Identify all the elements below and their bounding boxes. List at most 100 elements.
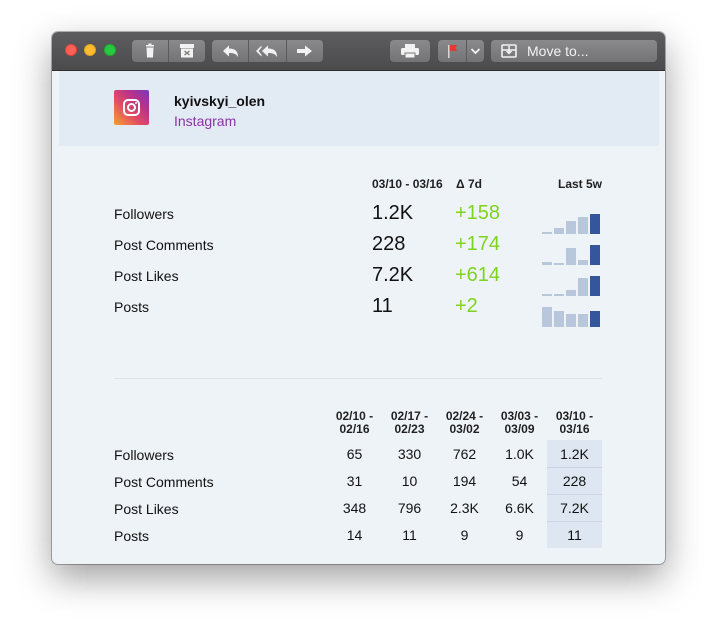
sparkline-bar — [554, 228, 564, 234]
sparkline-bar — [566, 290, 576, 296]
summary-delta-header: Δ 7d — [456, 177, 482, 191]
forward-icon — [297, 45, 312, 57]
highlight-divider — [547, 494, 602, 495]
sparkline-likes — [542, 274, 604, 296]
weekly-cell: 194 — [452, 473, 477, 489]
weekly-cell: 9 — [460, 527, 469, 543]
sparkline-bar — [578, 260, 588, 265]
summary-label-likes: Post Likes — [114, 268, 179, 284]
weekly-cell: 762 — [452, 446, 477, 462]
reply-button[interactable] — [212, 40, 248, 62]
flag-menu-button[interactable] — [467, 40, 484, 62]
weekly-cell: 11 — [567, 527, 582, 543]
trash-icon — [146, 43, 154, 58]
weekly-cell: 9 — [515, 527, 524, 543]
summary-period-header: 03/10 - 03/16 — [372, 177, 443, 191]
highlight-divider — [547, 521, 602, 522]
sparkline-bar — [566, 221, 576, 234]
week-column-header: 03/03 -03/09 — [500, 409, 539, 436]
summary-value-followers: 1.2K — [372, 202, 414, 224]
weekly-cell: 228 — [562, 473, 587, 489]
sparkline-bar — [590, 214, 600, 234]
sparkline-bar — [578, 314, 588, 327]
flag-group — [438, 40, 484, 62]
section-divider — [114, 378, 602, 379]
print-button[interactable] — [390, 40, 430, 62]
week-column-header: 02/17 -02/23 — [390, 409, 429, 436]
summary-trend-header: Last 5w — [558, 177, 603, 191]
message-body: kyivskyi_olen Instagram 03/10 - 03/16 Δ … — [52, 71, 665, 564]
sparkline-bar — [590, 245, 600, 265]
weekly-cell: 330 — [397, 446, 422, 462]
flag-icon — [448, 45, 457, 58]
chevron-down-icon — [470, 48, 481, 55]
summary-label-comments: Post Comments — [114, 237, 214, 253]
sparkline-followers — [542, 212, 604, 234]
instagram-icon — [114, 90, 149, 125]
reply-icon — [223, 45, 238, 57]
weekly-cell: 796 — [397, 500, 422, 516]
weekly-cell: 11 — [402, 527, 417, 543]
account-username: kyivskyi_olen — [174, 93, 266, 109]
summary-label-posts: Posts — [114, 299, 150, 315]
reply-group — [212, 40, 323, 62]
delete-archive-group — [132, 40, 205, 62]
sparkline-bar — [554, 311, 564, 327]
sparkline-bar — [578, 217, 588, 234]
summary-delta-followers: +158 — [455, 202, 501, 224]
weekly-cell: 65 — [346, 446, 363, 462]
sparkline-bar — [542, 307, 552, 327]
forward-button[interactable] — [287, 40, 323, 62]
archive-icon — [180, 44, 194, 58]
sparkline-bar — [554, 263, 564, 265]
sparkline-bar — [542, 232, 552, 234]
account-header: kyivskyi_olen Instagram — [59, 71, 659, 146]
summary-delta-comments: +174 — [455, 233, 501, 255]
sparkline-bar — [590, 311, 600, 327]
summary-value-likes: 7.2K — [372, 264, 414, 286]
summary-value-posts: 11 — [372, 295, 393, 317]
weekly-label-likes: Post Likes — [114, 501, 179, 517]
print-icon — [401, 44, 419, 59]
account-platform: Instagram — [174, 113, 237, 129]
highlight-divider — [547, 467, 602, 468]
sparkline-bar — [566, 248, 576, 265]
week-column-header: 02/10 -02/16 — [335, 409, 374, 436]
flag-button[interactable] — [438, 40, 466, 62]
weekly-cell: 7.2K — [560, 500, 589, 516]
sparkline-bar — [578, 278, 588, 296]
move-to-button[interactable]: Move to... — [491, 40, 657, 62]
trash-button[interactable] — [132, 40, 168, 62]
weekly-label-followers: Followers — [114, 447, 174, 463]
weekly-cell: 31 — [346, 473, 363, 489]
weekly-cell: 2.3K — [450, 500, 479, 516]
sparkline-posts — [542, 305, 604, 327]
archive-button[interactable] — [169, 40, 205, 62]
summary-value-comments: 228 — [372, 233, 406, 255]
reply-all-button[interactable] — [249, 40, 286, 62]
summary-label-followers: Followers — [114, 206, 174, 222]
minimize-window-button[interactable] — [84, 44, 96, 56]
weekly-cell: 1.2K — [560, 446, 589, 462]
sparkline-bar — [566, 314, 576, 327]
move-icon — [501, 44, 517, 58]
summary-delta-likes: +614 — [455, 264, 501, 286]
zoom-window-button[interactable] — [104, 44, 116, 56]
weekly-cell: 6.6K — [505, 500, 534, 516]
close-window-button[interactable] — [65, 44, 77, 56]
week-column-header: 02/24 -03/02 — [445, 409, 484, 436]
weekly-label-posts: Posts — [114, 528, 150, 544]
sparkline-bar — [542, 294, 552, 296]
weekly-cell: 348 — [342, 500, 367, 516]
weekly-cell: 10 — [401, 473, 418, 489]
weekly-cell: 54 — [511, 473, 528, 489]
sparkline-bar — [554, 294, 564, 296]
move-to-label: Move to... — [527, 43, 589, 59]
mail-window: Move to... kyivskyi_olen Instagram 03/10… — [52, 32, 665, 564]
sparkline-bar — [542, 262, 552, 265]
weekly-label-comments: Post Comments — [114, 474, 214, 490]
sparkline-bar — [590, 276, 600, 296]
weekly-cell: 14 — [346, 527, 363, 543]
week-column-header: 03/10 -03/16 — [555, 409, 594, 436]
weekly-cell: 1.0K — [505, 446, 534, 462]
